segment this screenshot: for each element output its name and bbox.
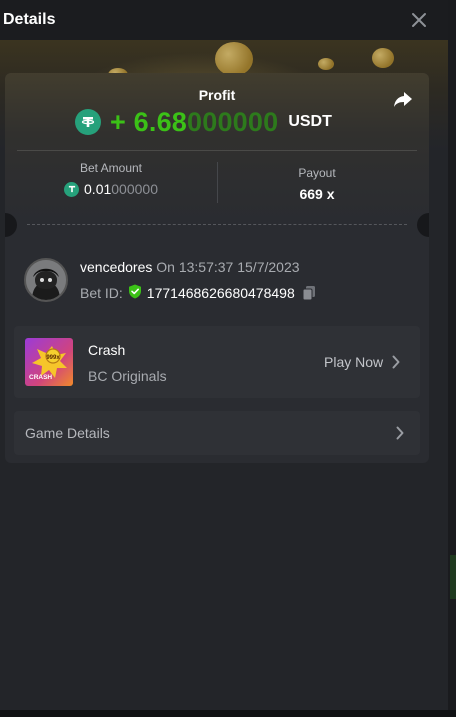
tether-icon bbox=[75, 109, 101, 135]
svg-text:999x: 999x bbox=[46, 355, 60, 361]
avatar[interactable] bbox=[24, 258, 68, 302]
share-icon[interactable] bbox=[391, 87, 415, 111]
game-thumbnail-caption: CRASH bbox=[29, 374, 52, 381]
play-now-label: Play Now bbox=[324, 354, 384, 370]
game-name: Crash bbox=[88, 342, 126, 358]
bet-id-label: Bet ID: bbox=[80, 285, 123, 301]
background-page-edge bbox=[0, 710, 456, 717]
divider bbox=[17, 150, 417, 151]
bet-card: Profit + 6.68000000 USDT Bet Amount 0.01… bbox=[5, 73, 429, 463]
bet-id-value: 1771468626680478498 bbox=[146, 285, 295, 301]
modal-header: Details bbox=[0, 0, 448, 40]
username[interactable]: vencedores bbox=[80, 259, 152, 275]
game-row[interactable]: 999x CRASH Crash BC Originals Play Now bbox=[14, 326, 420, 398]
user-info: vencedores On 13:57:37 15/7/2023 bbox=[80, 259, 300, 275]
game-details-row[interactable]: Game Details bbox=[14, 411, 420, 455]
modal-title: Details bbox=[3, 11, 56, 28]
payout: Payout 669 x bbox=[217, 161, 417, 202]
payout-label: Payout bbox=[298, 166, 336, 180]
background-page-edge bbox=[448, 0, 456, 717]
play-now-button[interactable]: Play Now bbox=[324, 354, 400, 370]
profit-value: + 6.68000000 bbox=[110, 106, 279, 137]
copy-icon[interactable] bbox=[302, 285, 316, 301]
verified-shield-icon bbox=[128, 284, 142, 302]
profit-currency: USDT bbox=[288, 113, 332, 130]
dashed-separator bbox=[27, 224, 407, 225]
profit-row: + 6.68000000 USDT bbox=[75, 105, 332, 139]
chevron-right-icon bbox=[392, 355, 400, 369]
profit-label: Profit bbox=[198, 87, 236, 103]
payout-value: 669 x bbox=[299, 186, 335, 202]
close-icon[interactable] bbox=[407, 8, 431, 32]
game-thumbnail: 999x CRASH bbox=[25, 338, 73, 386]
bet-timestamp: On 13:57:37 15/7/2023 bbox=[152, 259, 300, 275]
bet-amount-label: Bet Amount bbox=[79, 161, 143, 175]
chevron-right-icon bbox=[396, 426, 404, 445]
bet-amount: Bet Amount 0.01 000000 bbox=[5, 161, 217, 197]
ticket-notch bbox=[417, 213, 429, 237]
game-details-label: Game Details bbox=[25, 425, 110, 441]
game-provider: BC Originals bbox=[88, 368, 167, 384]
bet-amount-value: 0.01 000000 bbox=[5, 181, 217, 197]
tether-icon bbox=[64, 181, 80, 197]
bet-id-row: Bet ID: 1771468626680478498 bbox=[80, 284, 316, 302]
details-modal: Details Profit + 6.68000000 USDT Bet Amo… bbox=[0, 0, 448, 710]
